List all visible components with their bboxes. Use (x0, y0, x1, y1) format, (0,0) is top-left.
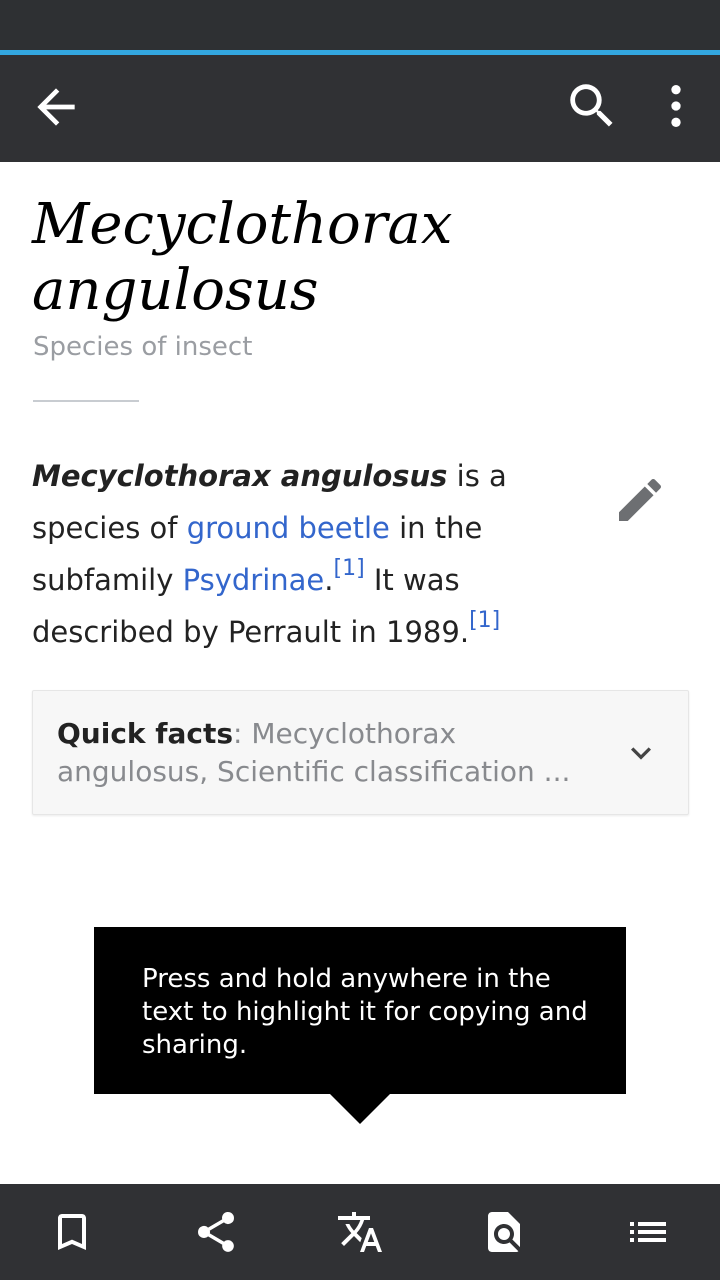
search-icon (570, 84, 613, 127)
link-psydrinae[interactable]: Psydrinae (183, 563, 325, 597)
status-bar (0, 0, 720, 50)
language-button[interactable] (336, 1208, 384, 1256)
arrow-back-icon (37, 88, 75, 126)
contents-list-icon (630, 1222, 666, 1242)
overflow-menu-button[interactable] (648, 77, 704, 135)
lead-paragraph[interactable]: Mecyclothorax angulosus is a species of … (32, 450, 592, 658)
pencil-icon (619, 478, 662, 521)
reference-link[interactable]: [1] (333, 556, 364, 581)
chevron-down-icon (631, 747, 651, 760)
top-toolbar (0, 55, 720, 162)
title-divider (33, 400, 139, 402)
reference-link[interactable]: [1] (469, 608, 500, 633)
expand-quick-facts-button[interactable] (621, 733, 661, 773)
more-vertical-icon (671, 85, 681, 127)
highlight-tip-tooltip[interactable]: Press and hold anywhere in the text to h… (94, 927, 626, 1124)
share-icon (197, 1211, 235, 1252)
quick-facts-label: Quick facts (57, 717, 234, 750)
species-name: Mecyclothorax angulosus (32, 459, 448, 493)
tooltip-arrow (330, 1094, 390, 1124)
find-in-page-button[interactable] (480, 1208, 528, 1256)
search-button[interactable] (563, 77, 621, 135)
link-ground-beetle[interactable]: ground beetle (187, 511, 390, 545)
page-description: Species of insect (33, 332, 253, 362)
bookmark-button[interactable] (48, 1208, 96, 1256)
tooltip-text: Press and hold anywhere in the text to h… (142, 964, 588, 1060)
quick-facts-separator: : (233, 717, 252, 750)
back-button[interactable] (28, 79, 84, 135)
page-title: Mecyclothorax angulosus (32, 192, 453, 323)
share-button[interactable] (192, 1208, 240, 1256)
find-in-page-icon (488, 1212, 520, 1252)
bottom-action-bar (0, 1184, 720, 1280)
quick-facts-box[interactable]: Quick facts: Mecyclothorax angulosus, Sc… (32, 690, 689, 815)
table-of-contents-button[interactable] (624, 1208, 672, 1256)
edit-section-button[interactable] (612, 472, 668, 528)
translate-icon (338, 1212, 382, 1252)
quick-facts-text: Quick facts: Mecyclothorax angulosus, Sc… (57, 715, 612, 791)
bookmark-icon (58, 1214, 86, 1250)
